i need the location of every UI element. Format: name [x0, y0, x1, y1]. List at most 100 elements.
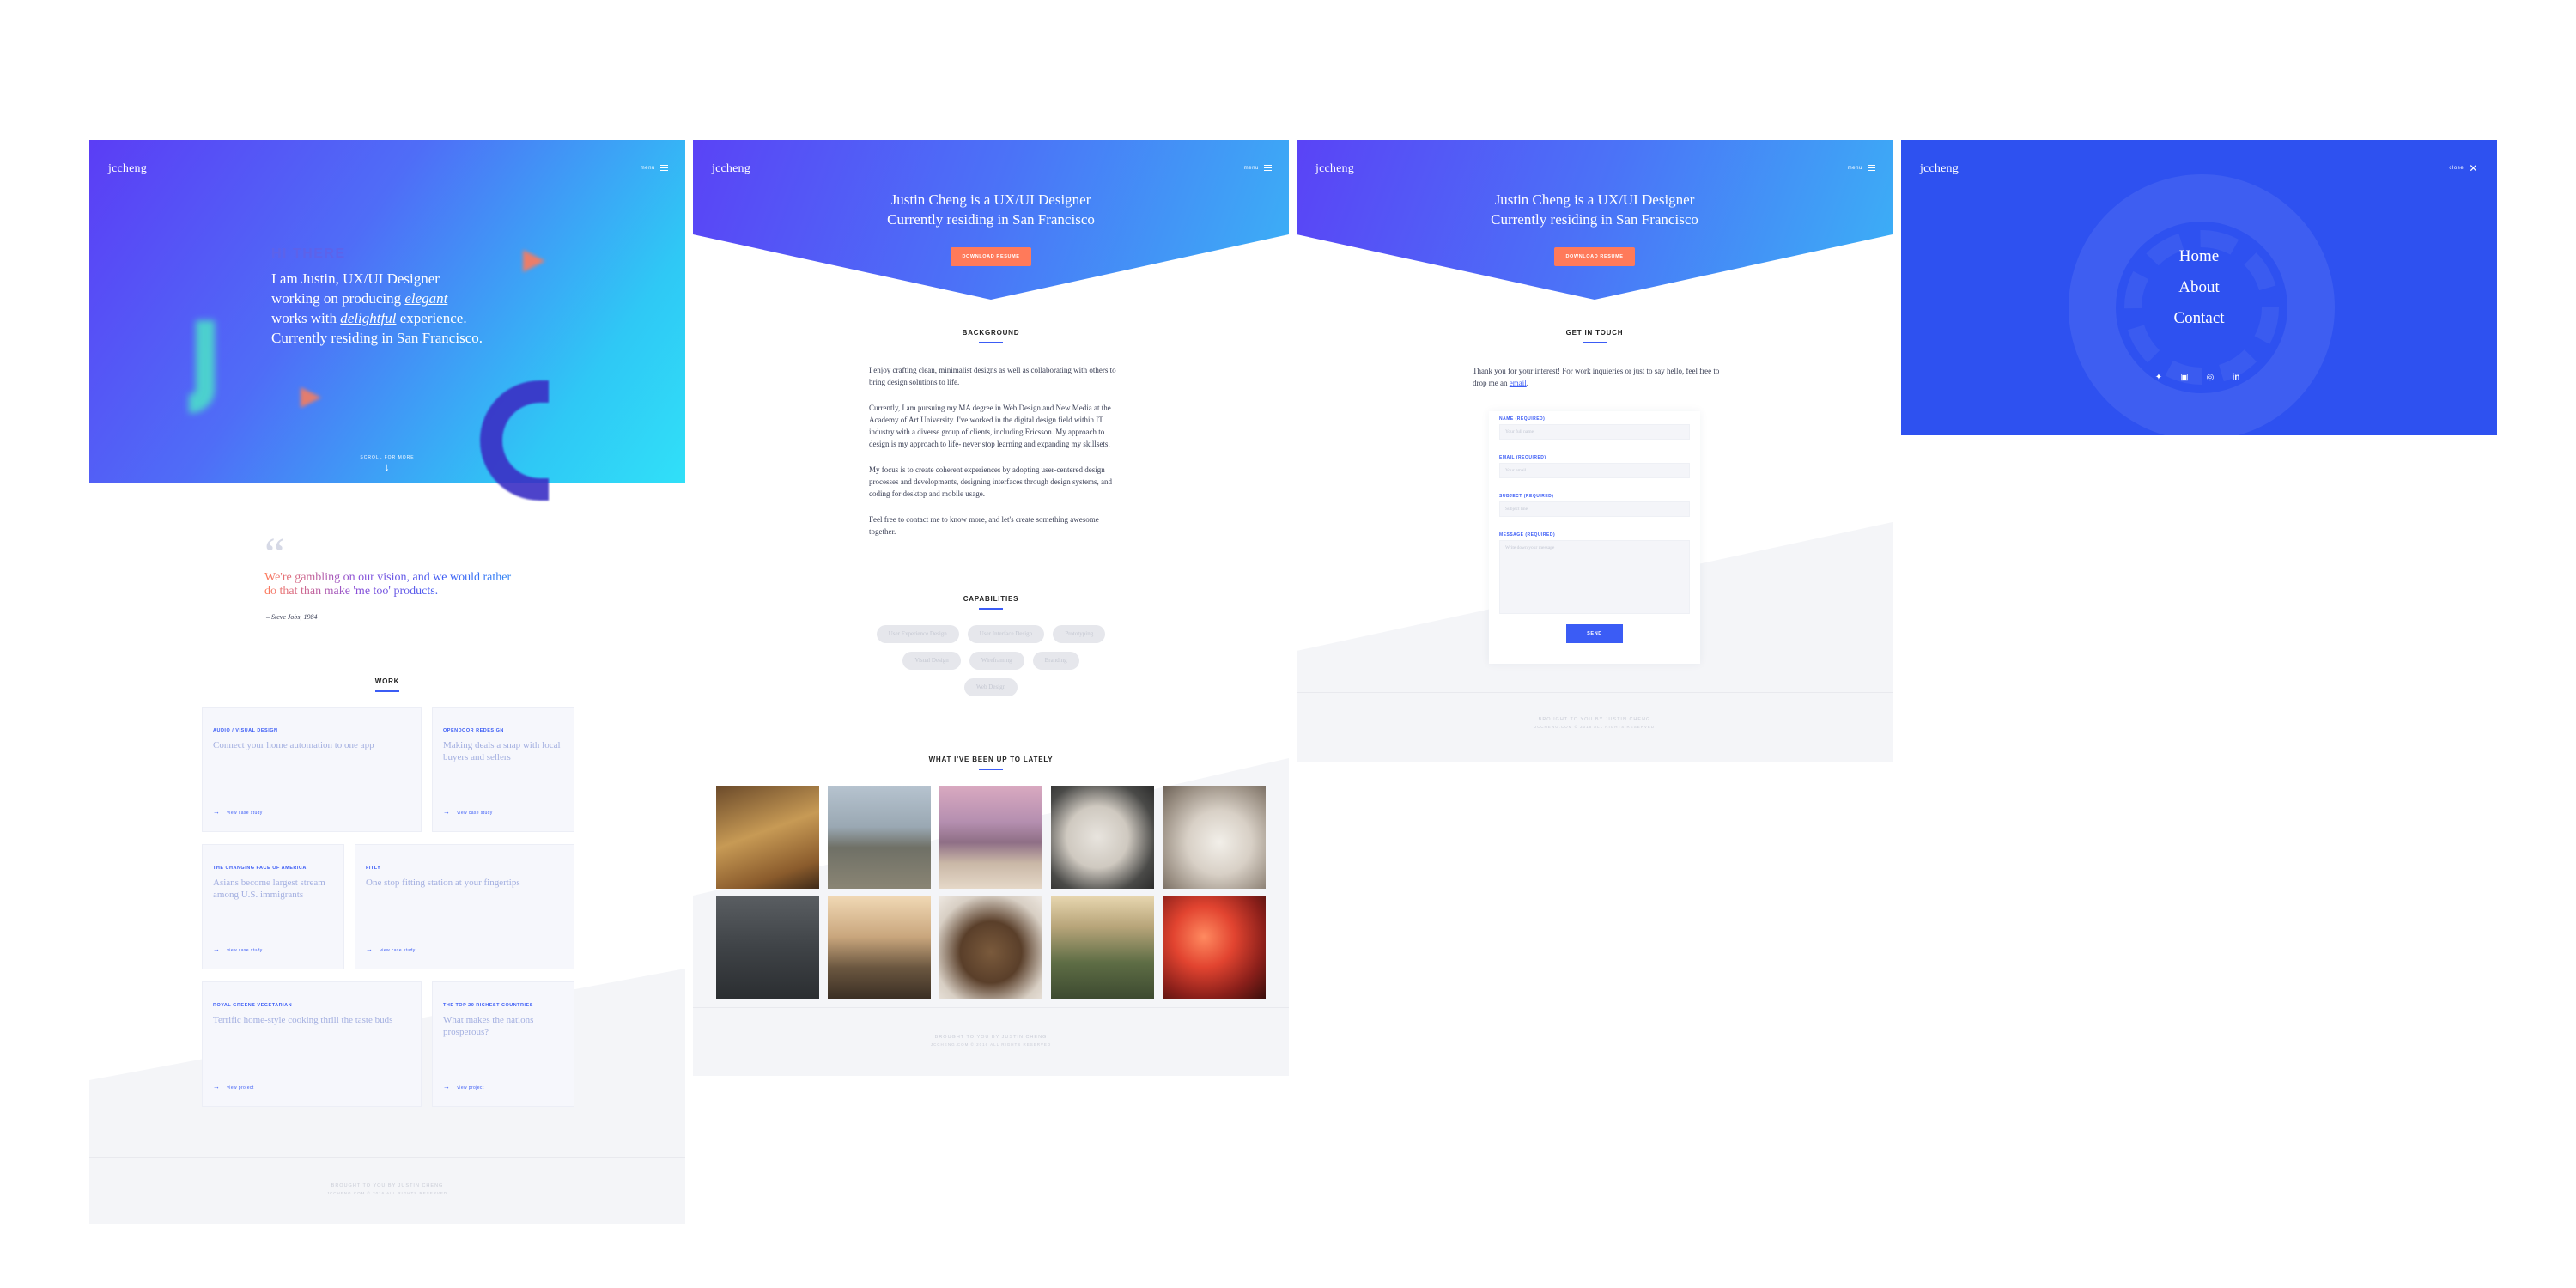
letter-c-graphic [480, 380, 549, 501]
card-link[interactable]: view project [443, 1083, 484, 1091]
photo-rain[interactable] [716, 896, 819, 999]
footer: BROUGHT TO YOU BY JUSTIN CHENG JCCHENG.C… [693, 1035, 1289, 1047]
download-resume-button[interactable]: DOWNLOAD RESUME [1554, 247, 1635, 266]
work-card[interactable]: ROYAL GREENS VEGETARIAN Terrific home-st… [202, 981, 422, 1107]
get-in-touch-title: GET IN TOUCH [1552, 329, 1637, 343]
linkedin-icon[interactable]: in [2230, 372, 2242, 384]
logo[interactable]: jccheng [1315, 162, 1354, 176]
intro-line: experience. [396, 310, 467, 326]
card-link[interactable]: view case study [366, 945, 416, 953]
work-title: WORK [344, 677, 430, 692]
card-link[interactable]: view project [213, 1083, 254, 1091]
photo-paper[interactable] [1051, 786, 1154, 889]
instagram-icon[interactable]: ▣ [2178, 372, 2190, 384]
capabilities-list: User Experience Design User Interface De… [873, 625, 1109, 696]
send-button[interactable]: SEND [1566, 624, 1623, 643]
menu-label: menu [1243, 165, 1259, 171]
paragraph: Feel free to contact me to know more, an… [869, 515, 1099, 536]
close-button[interactable]: close ✕ [2449, 162, 2478, 174]
logo[interactable]: jccheng [108, 162, 147, 176]
name-field[interactable]: Your full name [1499, 424, 1690, 440]
card-category: OPENDOOR REDESIGN [443, 728, 504, 733]
card-title: Terrific home-style cooking thrill the t… [213, 1015, 393, 1025]
logo[interactable]: jccheng [712, 162, 750, 176]
quote-text: We're gambling on our vision, and we wou… [264, 571, 522, 598]
close-icon: ✕ [2469, 162, 2478, 174]
photo-grid [716, 786, 1266, 999]
card-title: One stop fitting station at your fingert… [366, 878, 520, 888]
menu-label: menu [640, 165, 655, 171]
work-card[interactable]: THE CHANGING FACE OF AMERICA Asians beco… [202, 844, 344, 969]
logo[interactable]: jccheng [1920, 162, 1959, 176]
menu-overlay: jccheng close ✕ Home About Contact ✦ ▣ ◎ … [1901, 140, 2497, 435]
card-title: Connect your home automation to one app [213, 740, 374, 750]
intro-line: works with [271, 310, 341, 326]
nav-item-contact[interactable]: Contact [1901, 303, 2497, 334]
card-title: What makes the nations prosperous? [443, 1015, 534, 1037]
download-resume-button[interactable]: DOWNLOAD RESUME [951, 247, 1031, 266]
capability-pill: User Experience Design [876, 625, 959, 643]
capability-pill: User Interface Design [967, 625, 1045, 643]
photo-pastries[interactable] [716, 786, 819, 889]
hamburger-icon [1868, 165, 1875, 171]
paragraph: Currently, I am pursuing my MA degree in… [869, 404, 1111, 448]
scroll-for-more[interactable]: SCROLL FOR MORE ↓ [89, 455, 685, 473]
photo-concert[interactable] [1163, 896, 1266, 999]
email-field[interactable]: Your email [1499, 463, 1690, 478]
work-card[interactable]: AUDIO / VISUAL DESIGN Connect your home … [202, 707, 422, 832]
contact-intro: Thank you for your interest! For work in… [1473, 365, 1722, 389]
photo-dog[interactable] [1163, 786, 1266, 889]
dribbble-icon[interactable]: ◎ [2204, 372, 2216, 384]
photo-bear[interactable] [939, 896, 1042, 999]
message-field[interactable]: Write down your message [1499, 540, 1690, 614]
background-title: BACKGROUND [948, 329, 1034, 343]
nav-item-about[interactable]: About [1901, 272, 2497, 303]
card-link[interactable]: view case study [213, 945, 263, 953]
hero-line: Justin Cheng is a UX/UI Designer [890, 191, 1091, 208]
hamburger-icon [1264, 165, 1272, 171]
capability-pill: Prototyping [1053, 625, 1106, 643]
menu-button[interactable]: menu [641, 165, 668, 171]
work-card[interactable]: THE TOP 20 RICHEST COUNTRIES What makes … [432, 981, 574, 1107]
twitter-icon[interactable]: ✦ [2153, 372, 2165, 384]
subject-label: SUBJECT (REQUIRED) [1499, 494, 1554, 499]
card-link[interactable]: view case study [443, 808, 493, 816]
arrow-down-icon: ↓ [384, 460, 391, 473]
subject-field[interactable]: Subject line [1499, 501, 1690, 517]
work-card[interactable]: OPENDOOR REDESIGN Making deals a snap wi… [432, 707, 574, 832]
photo-hikers[interactable] [828, 896, 931, 999]
letter-j-graphic [189, 320, 215, 413]
menu-button[interactable]: menu [1848, 165, 1875, 171]
greeting: HI THERE [271, 246, 346, 261]
footer-copyright: JCCHENG.COM © 2016 ALL RIGHTS RESERVED [1534, 725, 1656, 729]
intro-emphasis: delightful [340, 310, 397, 326]
email-label: EMAIL (REQUIRED) [1499, 455, 1546, 460]
work-card[interactable]: FITLY One stop fitting station at your f… [355, 844, 574, 969]
footer: BROUGHT TO YOU BY JUSTIN CHENG JCCHENG.C… [1297, 717, 1893, 729]
photo-valley[interactable] [1051, 896, 1154, 999]
intro-text: I am Justin, UX/UI Designer working on p… [271, 269, 529, 348]
email-link[interactable]: email [1510, 379, 1527, 387]
hero-line: Justin Cheng is a UX/UI Designer [1494, 191, 1695, 208]
contact-intro-end: . [1526, 379, 1528, 387]
capabilities-title: CAPABILITIES [948, 595, 1034, 610]
card-category: THE CHANGING FACE OF AMERICA [213, 866, 307, 871]
photo-golden-gate[interactable] [939, 786, 1042, 889]
card-category: AUDIO / VISUAL DESIGN [213, 728, 278, 733]
card-link[interactable]: view case study [213, 808, 263, 816]
nav-menu: Home About Contact [1901, 241, 2497, 334]
paragraph: I enjoy crafting clean, minimalist desig… [869, 366, 1116, 386]
capability-pill: Web Design [963, 678, 1018, 696]
quote-icon: “ [264, 528, 285, 580]
hero-title: Justin Cheng is a UX/UI Designer Current… [1297, 190, 1893, 229]
photo-coast[interactable] [828, 786, 931, 889]
footer-credit: BROUGHT TO YOU BY JUSTIN CHENG [934, 1035, 1048, 1040]
footer-copyright: JCCHENG.COM © 2016 ALL RIGHTS RESERVED [930, 1042, 1052, 1047]
card-category: THE TOP 20 RICHEST COUNTRIES [443, 1003, 533, 1008]
nav-item-home[interactable]: Home [1901, 241, 2497, 272]
menu-button[interactable]: menu [1244, 165, 1272, 171]
contact-page: jccheng menu Justin Cheng is a UX/UI Des… [1297, 140, 1893, 762]
footer: BROUGHT TO YOU BY JUSTIN CHENG JCCHENG.C… [89, 1183, 685, 1195]
divider [1297, 692, 1893, 693]
footer-copyright: JCCHENG.COM © 2016 ALL RIGHTS RESERVED [326, 1191, 448, 1195]
